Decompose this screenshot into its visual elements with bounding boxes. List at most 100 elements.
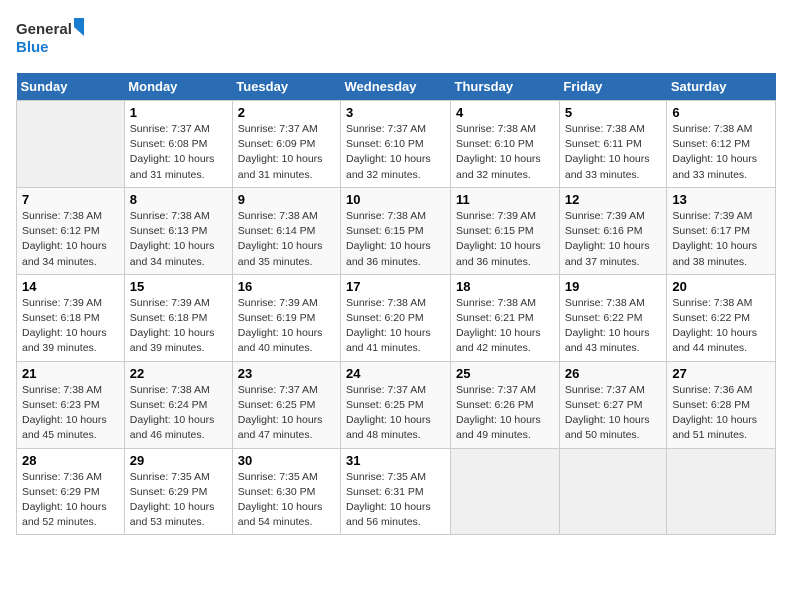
logo-svg: General Blue [16, 16, 86, 61]
day-info: Sunrise: 7:38 AM Sunset: 6:13 PM Dayligh… [130, 209, 227, 270]
day-info: Sunrise: 7:38 AM Sunset: 6:23 PM Dayligh… [22, 383, 119, 444]
day-info: Sunrise: 7:36 AM Sunset: 6:29 PM Dayligh… [22, 470, 119, 531]
calendar-cell: 3Sunrise: 7:37 AM Sunset: 6:10 PM Daylig… [341, 101, 451, 188]
day-number: 1 [130, 105, 227, 120]
calendar-cell: 30 Sunrise: 7:35 AM Sunset: 6:30 PM Dayli… [232, 448, 340, 535]
day-info: Sunrise: 7:38 AM Sunset: 6:20 PM Dayligh… [346, 296, 445, 357]
calendar-cell [17, 101, 125, 188]
calendar-cell: 26 Sunrise: 7:37 AM Sunset: 6:27 PM Dayli… [559, 361, 667, 448]
day-info: Sunrise: 7:38 AM Sunset: 6:12 PM Dayligh… [672, 122, 770, 183]
day-info: Sunrise: 7:38 AM Sunset: 6:11 PM Dayligh… [565, 122, 662, 183]
calendar-cell: 31 Sunrise: 7:35 AM Sunset: 6:31 PM Dayli… [341, 448, 451, 535]
calendar-cell: 14 Sunrise: 7:39 AM Sunset: 6:18 PM Dayli… [17, 274, 125, 361]
page-header: General Blue [16, 16, 776, 61]
week-row-0: 1 Sunrise: 7:37 AM Sunset: 6:08 PM Daylig… [17, 101, 776, 188]
day-number: 9 [238, 192, 335, 207]
calendar-cell: 27 Sunrise: 7:36 AM Sunset: 6:28 PM Dayli… [667, 361, 776, 448]
weekday-header-monday: Monday [124, 73, 232, 101]
day-number: 24 [346, 366, 445, 381]
calendar-cell: 8 Sunrise: 7:38 AM Sunset: 6:13 PM Daylig… [124, 187, 232, 274]
calendar-cell: 4 Sunrise: 7:38 AM Sunset: 6:10 PM Daylig… [451, 101, 560, 188]
day-info: Sunrise: 7:38 AM Sunset: 6:24 PM Dayligh… [130, 383, 227, 444]
weekday-header-friday: Friday [559, 73, 667, 101]
day-number: 30 [238, 453, 335, 468]
day-info: Sunrise: 7:39 AM Sunset: 6:16 PM Dayligh… [565, 209, 662, 270]
calendar-cell: 24 Sunrise: 7:37 AM Sunset: 6:25 PM Dayli… [341, 361, 451, 448]
day-number: 25 [456, 366, 554, 381]
calendar-cell: 2 Sunrise: 7:37 AM Sunset: 6:09 PM Daylig… [232, 101, 340, 188]
calendar-table: SundayMondayTuesdayWednesdayThursdayFrid… [16, 73, 776, 535]
day-info: Sunrise: 7:35 AM Sunset: 6:31 PM Dayligh… [346, 470, 445, 531]
weekday-header-wednesday: Wednesday [341, 73, 451, 101]
day-number: 26 [565, 366, 662, 381]
day-info: Sunrise: 7:37 AM Sunset: 6:10 PM Dayligh… [346, 122, 445, 183]
day-info: Sunrise: 7:39 AM Sunset: 6:19 PM Dayligh… [238, 296, 335, 357]
calendar-cell: 10 Sunrise: 7:38 AM Sunset: 6:15 PM Dayli… [341, 187, 451, 274]
day-number: 27 [672, 366, 770, 381]
day-info: Sunrise: 7:38 AM Sunset: 6:22 PM Dayligh… [672, 296, 770, 357]
day-number: 19 [565, 279, 662, 294]
day-number: 21 [22, 366, 119, 381]
day-info: Sunrise: 7:38 AM Sunset: 6:14 PM Dayligh… [238, 209, 335, 270]
calendar-cell [667, 448, 776, 535]
day-number: 5 [565, 105, 662, 120]
svg-text:Blue: Blue [16, 39, 49, 56]
weekday-header-thursday: Thursday [451, 73, 560, 101]
day-number: 8 [130, 192, 227, 207]
day-number: 11 [456, 192, 554, 207]
day-info: Sunrise: 7:38 AM Sunset: 6:21 PM Dayligh… [456, 296, 554, 357]
day-info: Sunrise: 7:37 AM Sunset: 6:25 PM Dayligh… [346, 383, 445, 444]
day-info: Sunrise: 7:35 AM Sunset: 6:30 PM Dayligh… [238, 470, 335, 531]
day-number: 13 [672, 192, 770, 207]
weekday-header-row: SundayMondayTuesdayWednesdayThursdayFrid… [17, 73, 776, 101]
day-number: 23 [238, 366, 335, 381]
calendar-cell: 13Sunrise: 7:39 AM Sunset: 6:17 PM Dayli… [667, 187, 776, 274]
calendar-cell: 12Sunrise: 7:39 AM Sunset: 6:16 PM Dayli… [559, 187, 667, 274]
calendar-cell: 18 Sunrise: 7:38 AM Sunset: 6:21 PM Dayli… [451, 274, 560, 361]
svg-text:General: General [16, 21, 72, 38]
day-number: 31 [346, 453, 445, 468]
day-info: Sunrise: 7:38 AM Sunset: 6:10 PM Dayligh… [456, 122, 554, 183]
day-number: 28 [22, 453, 119, 468]
calendar-cell [559, 448, 667, 535]
calendar-cell: 7Sunrise: 7:38 AM Sunset: 6:12 PM Daylig… [17, 187, 125, 274]
day-number: 2 [238, 105, 335, 120]
day-number: 18 [456, 279, 554, 294]
calendar-cell: 6 Sunrise: 7:38 AM Sunset: 6:12 PM Daylig… [667, 101, 776, 188]
day-number: 20 [672, 279, 770, 294]
week-row-4: 28 Sunrise: 7:36 AM Sunset: 6:29 PM Dayli… [17, 448, 776, 535]
day-info: Sunrise: 7:39 AM Sunset: 6:18 PM Dayligh… [130, 296, 227, 357]
day-info: Sunrise: 7:37 AM Sunset: 6:25 PM Dayligh… [238, 383, 335, 444]
day-number: 16 [238, 279, 335, 294]
week-row-2: 14 Sunrise: 7:39 AM Sunset: 6:18 PM Dayli… [17, 274, 776, 361]
logo: General Blue [16, 16, 86, 61]
week-row-1: 7Sunrise: 7:38 AM Sunset: 6:12 PM Daylig… [17, 187, 776, 274]
day-info: Sunrise: 7:37 AM Sunset: 6:27 PM Dayligh… [565, 383, 662, 444]
calendar-cell: 17Sunrise: 7:38 AM Sunset: 6:20 PM Dayli… [341, 274, 451, 361]
calendar-cell: 23 Sunrise: 7:37 AM Sunset: 6:25 PM Dayli… [232, 361, 340, 448]
day-number: 14 [22, 279, 119, 294]
day-number: 29 [130, 453, 227, 468]
calendar-cell: 9 Sunrise: 7:38 AM Sunset: 6:14 PM Daylig… [232, 187, 340, 274]
day-number: 6 [672, 105, 770, 120]
calendar-cell: 16 Sunrise: 7:39 AM Sunset: 6:19 PM Dayli… [232, 274, 340, 361]
day-info: Sunrise: 7:38 AM Sunset: 6:15 PM Dayligh… [346, 209, 445, 270]
calendar-cell [451, 448, 560, 535]
day-number: 4 [456, 105, 554, 120]
week-row-3: 21 Sunrise: 7:38 AM Sunset: 6:23 PM Dayli… [17, 361, 776, 448]
day-info: Sunrise: 7:37 AM Sunset: 6:09 PM Dayligh… [238, 122, 335, 183]
day-info: Sunrise: 7:39 AM Sunset: 6:18 PM Dayligh… [22, 296, 119, 357]
calendar-cell: 5 Sunrise: 7:38 AM Sunset: 6:11 PM Daylig… [559, 101, 667, 188]
calendar-cell: 25 Sunrise: 7:37 AM Sunset: 6:26 PM Dayli… [451, 361, 560, 448]
day-info: Sunrise: 7:36 AM Sunset: 6:28 PM Dayligh… [672, 383, 770, 444]
day-info: Sunrise: 7:37 AM Sunset: 6:08 PM Dayligh… [130, 122, 227, 183]
calendar-cell: 15 Sunrise: 7:39 AM Sunset: 6:18 PM Dayli… [124, 274, 232, 361]
day-info: Sunrise: 7:37 AM Sunset: 6:26 PM Dayligh… [456, 383, 554, 444]
day-info: Sunrise: 7:38 AM Sunset: 6:12 PM Dayligh… [22, 209, 119, 270]
calendar-cell: 20 Sunrise: 7:38 AM Sunset: 6:22 PM Dayli… [667, 274, 776, 361]
calendar-cell: 28 Sunrise: 7:36 AM Sunset: 6:29 PM Dayli… [17, 448, 125, 535]
day-number: 10 [346, 192, 445, 207]
day-number: 15 [130, 279, 227, 294]
day-number: 22 [130, 366, 227, 381]
calendar-cell: 19Sunrise: 7:38 AM Sunset: 6:22 PM Dayli… [559, 274, 667, 361]
